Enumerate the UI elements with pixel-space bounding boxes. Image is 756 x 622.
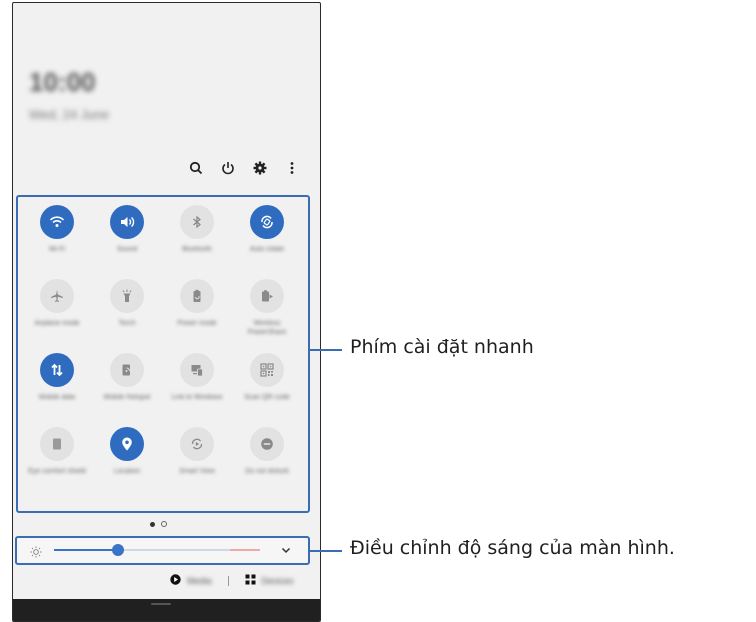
quick-setting-tile[interactable]: Location bbox=[92, 427, 162, 501]
quick-setting-label: Scan QR code bbox=[244, 394, 290, 401]
page-dot-active[interactable] bbox=[150, 521, 155, 527]
quick-setting-tile[interactable]: Link to Windows bbox=[162, 353, 232, 427]
sound-icon[interactable] bbox=[110, 205, 144, 239]
hotspot-icon[interactable] bbox=[110, 353, 144, 387]
smart-view-icon[interactable] bbox=[180, 427, 214, 461]
mobile-data-icon[interactable] bbox=[40, 353, 74, 387]
quick-setting-label: Power mode bbox=[177, 320, 217, 327]
quick-setting-label: Auto rotate bbox=[249, 246, 285, 253]
brightness-slider-thumb[interactable] bbox=[111, 544, 124, 556]
quick-setting-label: Bluetooth bbox=[182, 246, 212, 253]
wifi-icon[interactable] bbox=[40, 205, 74, 239]
brightness-slider-high-zone bbox=[230, 549, 260, 551]
quick-setting-label: Sound bbox=[116, 246, 138, 253]
quick-setting-label: Smart View bbox=[179, 468, 215, 475]
quick-setting-label: Location bbox=[113, 468, 141, 475]
devices-icon[interactable] bbox=[245, 574, 256, 587]
quick-setting-label: Mobile Hotspot bbox=[103, 394, 151, 401]
auto-rotate-icon[interactable] bbox=[250, 205, 284, 239]
search-icon[interactable] bbox=[186, 158, 206, 178]
chevron-down-icon[interactable] bbox=[280, 543, 292, 561]
quick-setting-tile[interactable]: Auto rotate bbox=[232, 205, 302, 279]
quick-setting-tile[interactable]: Do not disturb bbox=[232, 427, 302, 501]
quick-setting-tile[interactable]: Smart View bbox=[162, 427, 232, 501]
quick-setting-label: Torch bbox=[118, 320, 136, 327]
quick-setting-tile[interactable]: Wireless PowerShare bbox=[232, 279, 302, 353]
link-windows-icon[interactable] bbox=[180, 353, 214, 387]
quick-setting-tile[interactable]: Mobile Hotspot bbox=[92, 353, 162, 427]
brightness-slider-track[interactable] bbox=[54, 549, 260, 551]
media-devices-row: Media Devices bbox=[170, 574, 294, 587]
power-icon[interactable] bbox=[218, 158, 238, 178]
quick-setting-tile[interactable]: Wi-Fi bbox=[22, 205, 92, 279]
quick-setting-tile[interactable]: Airplane mode bbox=[22, 279, 92, 353]
bluetooth-icon[interactable] bbox=[180, 205, 214, 239]
quick-setting-label: Do not disturb bbox=[245, 468, 289, 475]
location-icon[interactable] bbox=[110, 427, 144, 461]
devices-button[interactable]: Devices bbox=[262, 576, 294, 586]
eye-comfort-icon[interactable] bbox=[40, 427, 74, 461]
quick-setting-tile[interactable]: Mobile data bbox=[22, 353, 92, 427]
home-indicator[interactable] bbox=[151, 603, 171, 605]
gear-icon[interactable] bbox=[250, 158, 270, 178]
sun-icon bbox=[30, 545, 42, 563]
clock: 10:00 bbox=[29, 67, 96, 97]
quick-setting-tile[interactable]: Bluetooth bbox=[162, 205, 232, 279]
quick-setting-label: Mobile data bbox=[38, 394, 76, 401]
quick-settings-grid: Wi-Fi Sound Bluetooth Auto rotate Airplane m… bbox=[22, 205, 306, 501]
do-not-disturb-icon[interactable] bbox=[250, 427, 284, 461]
page-dot-inactive[interactable] bbox=[161, 521, 167, 527]
panel-toolbar bbox=[186, 158, 302, 178]
date: Wed, 24 June bbox=[29, 107, 109, 122]
media-button[interactable]: Media bbox=[187, 576, 212, 586]
battery-icon[interactable] bbox=[180, 279, 214, 313]
quick-setting-label: Wireless PowerShare bbox=[247, 320, 287, 336]
divider bbox=[227, 575, 229, 586]
more-vertical-icon[interactable] bbox=[282, 158, 302, 178]
quick-setting-label: Wi-Fi bbox=[48, 246, 66, 253]
quick-setting-label: Eye comfort shield bbox=[28, 468, 86, 475]
page-indicator bbox=[150, 521, 167, 527]
callout-brightness: Điều chỉnh độ sáng của màn hình. bbox=[350, 537, 675, 559]
callout-quick-settings: Phím cài đặt nhanh bbox=[350, 336, 534, 358]
quick-setting-tile[interactable]: Scan QR code bbox=[232, 353, 302, 427]
quick-setting-tile[interactable]: Eye comfort shield bbox=[22, 427, 92, 501]
qr-icon[interactable] bbox=[250, 353, 284, 387]
quick-setting-tile[interactable]: Sound bbox=[92, 205, 162, 279]
brightness-slider-fill bbox=[54, 549, 118, 551]
quick-setting-label: Airplane mode bbox=[34, 320, 80, 327]
navigation-bar bbox=[13, 599, 320, 621]
airplane-icon[interactable] bbox=[40, 279, 74, 313]
quick-setting-tile[interactable]: Power mode bbox=[162, 279, 232, 353]
play-icon[interactable] bbox=[170, 574, 181, 587]
callout-line-brightness bbox=[310, 550, 342, 552]
flashlight-icon[interactable] bbox=[110, 279, 144, 313]
quick-setting-label: Link to Windows bbox=[171, 394, 223, 401]
callout-line-quick-settings bbox=[310, 349, 342, 351]
power-share-icon[interactable] bbox=[250, 279, 284, 313]
quick-setting-tile[interactable]: Torch bbox=[92, 279, 162, 353]
